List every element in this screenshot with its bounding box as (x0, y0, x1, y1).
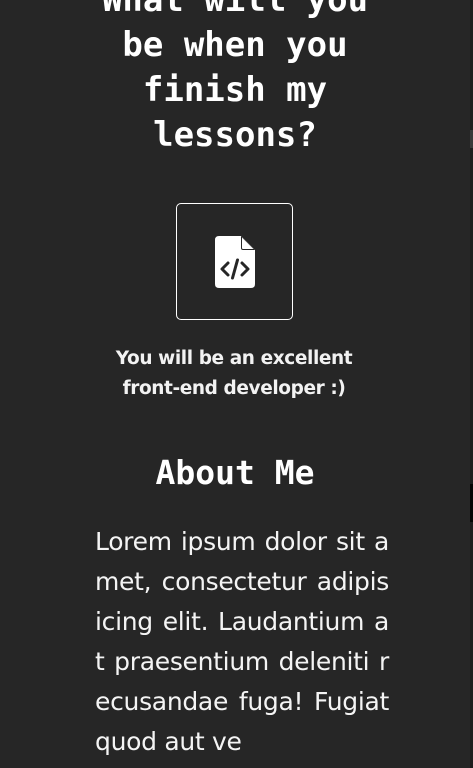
question-heading: What will you be when you finish my less… (101, 0, 369, 155)
file-code-icon (214, 235, 255, 288)
result-caption: You will be an excellent front-end devel… (115, 348, 353, 399)
page: What will you be when you finish my less… (0, 0, 473, 768)
about-text: Lorem ipsum dolor sit amet, consectetur … (95, 527, 389, 756)
file-code-icon-card (176, 203, 293, 320)
about-title: About Me (155, 453, 315, 492)
